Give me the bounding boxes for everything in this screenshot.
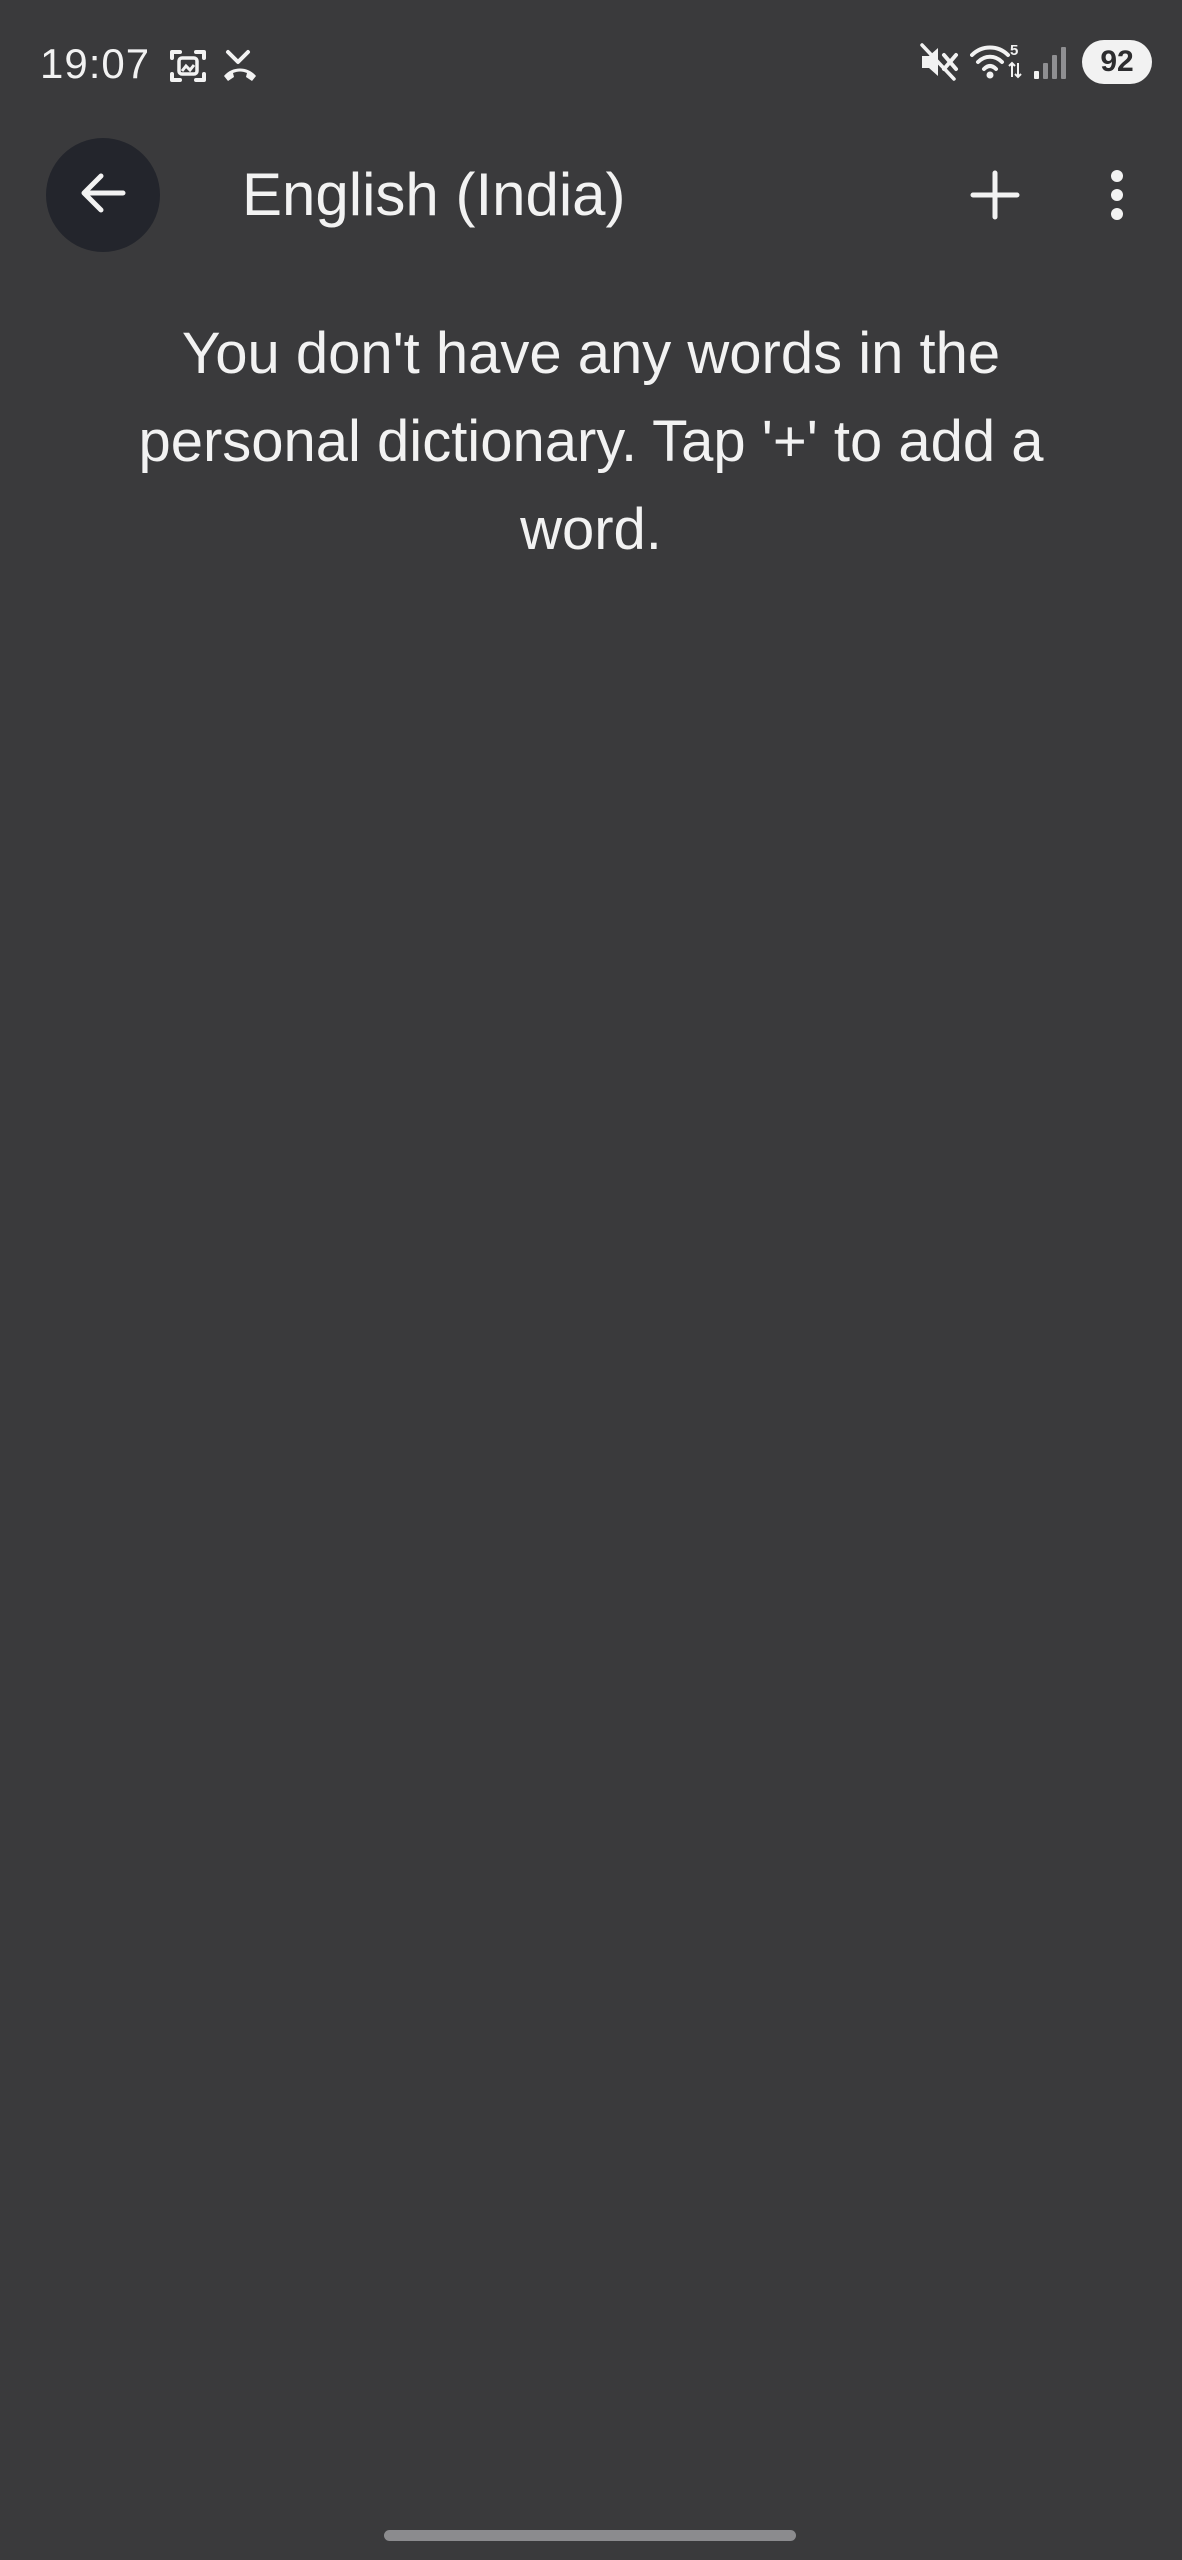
status-bar: 19:07 5 92 (0, 0, 1182, 140)
navigation-handle[interactable] (384, 2530, 796, 2541)
more-vert-icon (1107, 168, 1127, 227)
missed-call-icon (220, 46, 260, 86)
status-right-icons: 5 92 (918, 40, 1152, 84)
plus-icon (968, 168, 1022, 227)
page-title: English (India) (242, 161, 626, 228)
screenshot-icon (168, 46, 208, 86)
status-time: 19:07 (40, 40, 151, 87)
signal-icon (1032, 41, 1072, 83)
back-arrow-icon (77, 167, 129, 224)
empty-dictionary-message: You don't have any words in the personal… (138, 321, 1044, 562)
status-left-icons (168, 46, 260, 86)
wifi-icon: 5 (970, 41, 1022, 83)
wifi-generation-label: 5 (1010, 42, 1018, 59)
battery-icon: 92 (1082, 40, 1152, 84)
more-options-button[interactable] (1072, 152, 1162, 242)
mute-icon (918, 41, 960, 83)
back-button[interactable] (46, 138, 160, 252)
app-bar: English (India) (0, 130, 1182, 260)
add-word-button[interactable] (950, 152, 1040, 242)
